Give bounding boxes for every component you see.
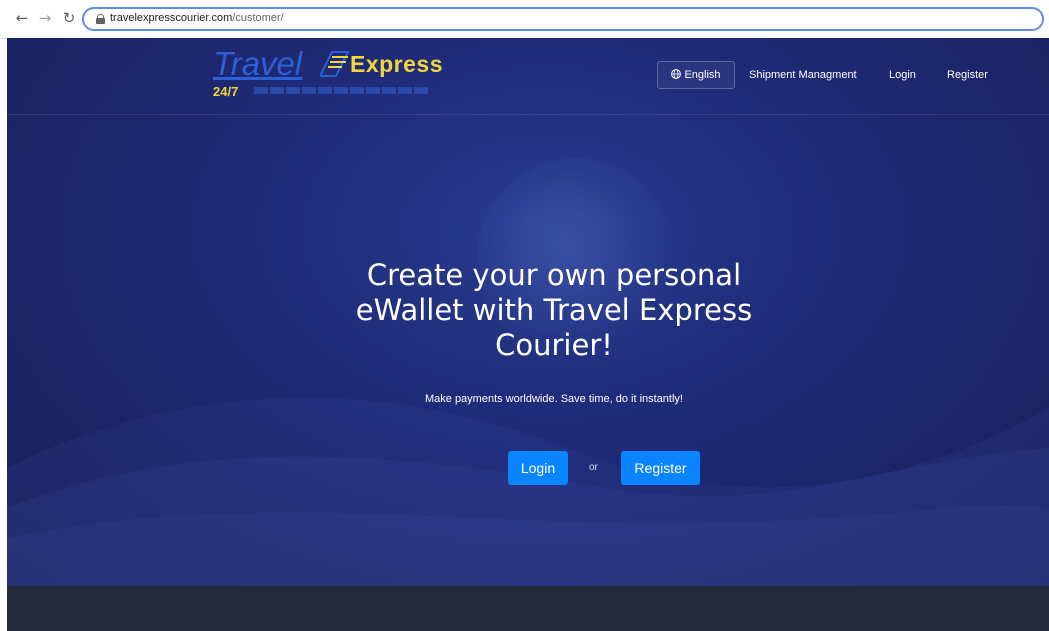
url-path: /customer/ [232,12,284,24]
logo-express-text: Express [350,51,444,77]
travel-express-logo[interactable]: Travel Express 24/7 [210,44,443,102]
arrow-left-icon[interactable]: ← [13,9,31,27]
arrow-right-icon[interactable]: → [36,9,54,27]
language-label: English [684,69,721,81]
hero-title: Create your own personal eWallet with Tr… [355,258,753,362]
lock-icon[interactable] [96,14,105,24]
header-divider [7,114,1049,115]
globe-icon [671,69,682,79]
logo-tagline-graphic [254,87,430,94]
hero-subtitle: Make payments worldwide. Save time, do i… [424,393,683,405]
address-bar[interactable]: travelexpresscourier.com/customer/ [82,7,1044,31]
logo-travel-text: Travel [213,45,303,82]
logo-slash-icon [320,51,350,77]
logo-247-text: 24/7 [213,84,239,99]
footer-band [7,586,1049,631]
website: Travel Express 24/7 English Shipment Man… [7,38,1049,631]
login-button[interactable]: Login [508,451,568,485]
reload-icon[interactable]: ↻ [60,9,78,27]
url-host: travelexpresscourier.com [110,12,233,24]
hero-section: Travel Express 24/7 English Shipment Man… [7,38,1049,586]
or-separator: or [589,462,598,473]
language-button[interactable]: English [657,61,735,89]
nav-login-link[interactable]: Login [889,68,916,82]
url-text[interactable]: travelexpresscourier.com/customer/ [110,12,284,24]
nav-shipment-management[interactable]: Shipment Managment [749,68,857,82]
browser-toolbar: ← → ↻ travelexpresscourier.com/customer/ [0,0,1049,39]
nav-register-link[interactable]: Register [947,68,988,82]
register-button[interactable]: Register [621,451,700,485]
